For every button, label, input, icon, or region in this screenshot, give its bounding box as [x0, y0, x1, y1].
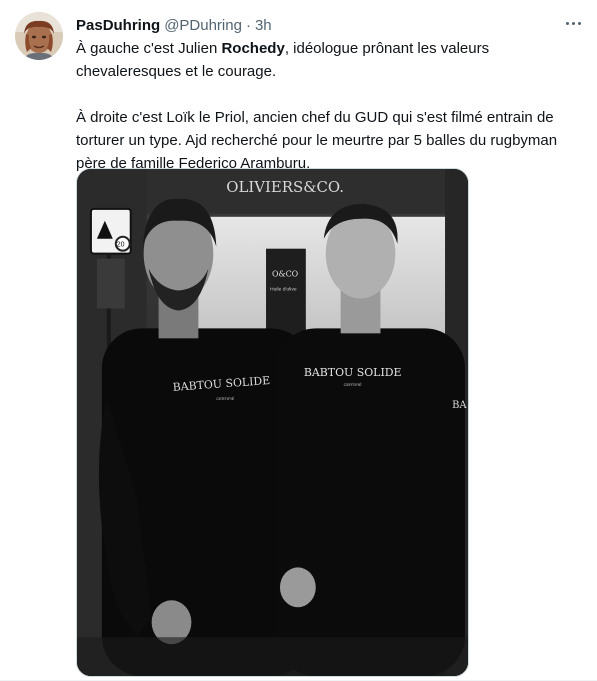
author-handle[interactable]: @PDuhring: [164, 17, 242, 34]
window-subtext: Huile d'olive: [270, 287, 297, 293]
shirt-edge-text: BA: [452, 400, 467, 411]
shirt-right-text: BABTOU SOLIDE: [304, 366, 402, 379]
author-display-name[interactable]: PasDuhring: [76, 17, 160, 34]
speed-sign-text: 20: [117, 242, 125, 249]
tweet-header: PasDuhring @PDuhring · 3h: [76, 15, 272, 35]
tweet-photo[interactable]: OLIVIERS&CO. O&CO Huile d'olive 20 BABTO…: [76, 168, 469, 677]
tweet[interactable]: PasDuhring @PDuhring · 3h À gauche c'est…: [0, 0, 597, 681]
tweet-timestamp[interactable]: 3h: [255, 17, 272, 34]
store-sign-text: OLIVIERS&CO.: [226, 178, 344, 196]
tweet-text: À gauche c'est Julien Rochedy, idéologue…: [76, 37, 581, 175]
tweet-paragraph-2: À droite c'est Loïk le Priol, ancien che…: [76, 109, 558, 172]
header-separator: ·: [245, 16, 251, 34]
shirt-right-subtext: CERTIFIÉ: [344, 382, 362, 387]
tweet-paragraph-1: À gauche c'est Julien Rochedy, idéologue…: [76, 37, 581, 83]
more-options-icon[interactable]: [560, 12, 586, 34]
tweet-text-segment: À gauche c'est Julien: [76, 40, 222, 57]
photo-image: OLIVIERS&CO. O&CO Huile d'olive 20 BABTO…: [77, 169, 468, 676]
tweet-text-highlight: Rochedy: [221, 40, 285, 57]
window-sign-text: O&CO: [272, 270, 299, 279]
shirt-left-subtext: CERTIFIÉ: [216, 396, 234, 401]
profile-avatar-icon[interactable]: [15, 12, 63, 60]
